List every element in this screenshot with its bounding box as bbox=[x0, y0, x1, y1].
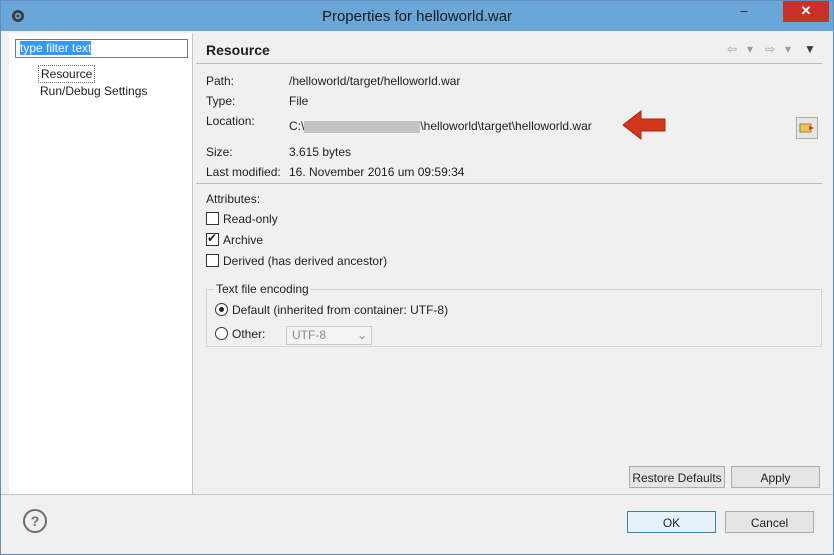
location-label: Location: bbox=[206, 114, 255, 128]
title-bar: Properties for helloworld.war – ✕ bbox=[1, 1, 833, 31]
radio-dot bbox=[219, 307, 224, 312]
checkbox-box: ✔ bbox=[206, 231, 219, 246]
checkbox-box bbox=[206, 254, 219, 267]
location-value: C:\ \helloworld\target\helloworld.war bbox=[289, 119, 592, 133]
derived-label: Derived (has derived ancestor) bbox=[223, 254, 388, 268]
minimize-button[interactable]: – bbox=[731, 1, 757, 22]
modified-label: Last modified: bbox=[206, 165, 281, 179]
page-title: Resource bbox=[206, 42, 270, 58]
restore-defaults-button[interactable]: Restore Defaults bbox=[629, 466, 725, 488]
attributes-label: Attributes: bbox=[206, 192, 261, 206]
filter-placeholder: type filter text bbox=[20, 41, 92, 55]
default-encoding-radio[interactable]: Default (inherited from container: UTF-8… bbox=[215, 303, 448, 317]
archive-label: Archive bbox=[223, 233, 264, 247]
apply-button[interactable]: Apply bbox=[731, 466, 820, 488]
redacted-path bbox=[304, 120, 421, 133]
size-value: 3.615 bytes bbox=[289, 145, 352, 159]
type-label: Type: bbox=[206, 94, 236, 108]
check-icon: ✔ bbox=[207, 231, 218, 245]
tree-item-run-debug-settings[interactable]: Run/Debug Settings bbox=[38, 83, 149, 99]
radio-circle bbox=[215, 303, 228, 316]
properties-dialog: Properties for helloworld.war – ✕ type f… bbox=[0, 0, 834, 555]
filter-input[interactable]: type filter text bbox=[15, 39, 188, 58]
read-only-label: Read-only bbox=[223, 212, 278, 226]
checkbox-box bbox=[206, 212, 219, 225]
other-encoding-label: Other: bbox=[232, 327, 266, 341]
chevron-down-icon: ⌄ bbox=[356, 328, 367, 342]
cancel-button[interactable]: Cancel bbox=[725, 511, 814, 533]
attributes-divider bbox=[196, 183, 822, 184]
back-dropdown-icon[interactable]: ▾ bbox=[747, 42, 753, 56]
path-value: /helloworld/target/helloworld.war bbox=[289, 74, 461, 88]
size-label: Size: bbox=[206, 145, 233, 159]
footer-divider bbox=[1, 494, 833, 495]
location-suffix: \helloworld\target\helloworld.war bbox=[420, 119, 592, 133]
red-arrow-icon bbox=[622, 109, 666, 141]
open-location-button[interactable] bbox=[796, 117, 818, 139]
forward-icon[interactable]: ⇨ bbox=[765, 42, 775, 56]
modified-value: 16. November 2016 um 09:59:34 bbox=[289, 165, 465, 179]
ok-button[interactable]: OK bbox=[627, 511, 716, 533]
back-icon[interactable]: ⇦ bbox=[727, 42, 737, 56]
window-title: Properties for helloworld.war bbox=[321, 8, 513, 25]
radio-circle bbox=[215, 327, 228, 340]
header-divider bbox=[196, 63, 822, 64]
folder-open-icon bbox=[799, 123, 814, 133]
encoding-group-label: Text file encoding bbox=[214, 282, 311, 296]
forward-dropdown-icon[interactable]: ▾ bbox=[785, 42, 791, 56]
close-button[interactable]: ✕ bbox=[783, 1, 829, 22]
help-icon[interactable]: ? bbox=[23, 509, 47, 533]
derived-checkbox[interactable]: Derived (has derived ancestor) bbox=[206, 254, 387, 268]
default-encoding-label: Default (inherited from container: UTF-8… bbox=[232, 303, 449, 317]
tree-item-resource[interactable]: Resource bbox=[38, 65, 96, 83]
view-menu-icon[interactable]: ▼ bbox=[804, 42, 816, 56]
path-label: Path: bbox=[206, 74, 235, 88]
category-tree-pane: type filter text Resource Run/Debug Sett… bbox=[9, 33, 193, 494]
encoding-select-value: UTF-8 bbox=[292, 328, 326, 342]
location-prefix: C:\ bbox=[289, 119, 305, 133]
other-encoding-radio[interactable]: Other: bbox=[215, 327, 265, 341]
type-value: File bbox=[289, 94, 309, 108]
read-only-checkbox[interactable]: Read-only bbox=[206, 212, 278, 226]
archive-checkbox[interactable]: ✔ Archive bbox=[206, 231, 264, 247]
resource-page: Resource ⇦ ▾ ⇨ ▾ ▼ Path: /helloworld/tar… bbox=[193, 33, 825, 494]
encoding-select[interactable]: UTF-8 ⌄ bbox=[286, 326, 372, 345]
text-encoding-group: Text file encoding Default (inherited fr… bbox=[206, 282, 822, 347]
